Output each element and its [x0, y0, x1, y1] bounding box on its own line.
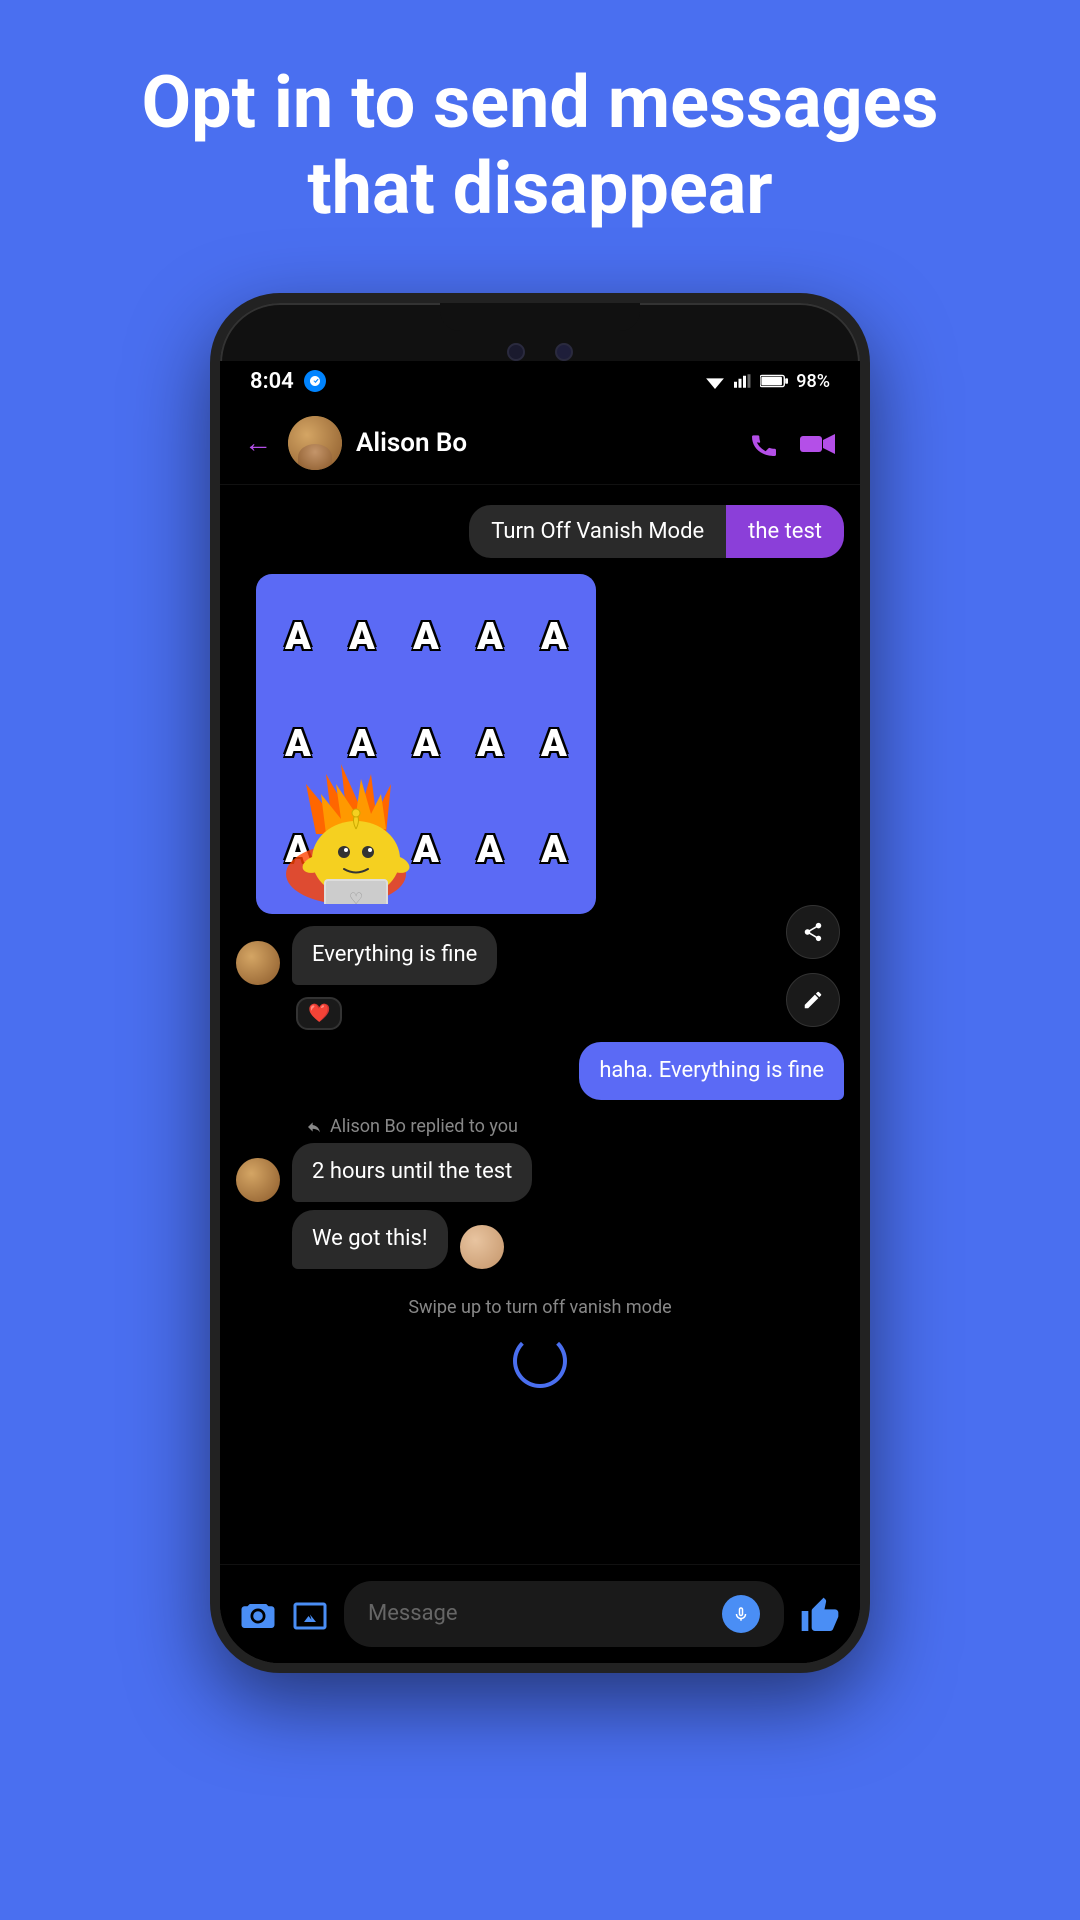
share-button[interactable]: [786, 905, 840, 959]
sent-message-row-1: haha. Everything is fine: [236, 1042, 844, 1101]
message-placeholder: Message: [368, 1601, 458, 1626]
back-button[interactable]: ←: [244, 426, 272, 459]
messenger-notification-icon: [304, 370, 326, 392]
sticker-letter-4: A: [458, 584, 522, 691]
reply-message-2-row: We got this!: [236, 1210, 844, 1269]
sticker-letter-2: A: [330, 584, 394, 691]
reply-indicator: Alison Bo replied to you: [236, 1116, 844, 1137]
vanish-bubble-purple: the test: [726, 505, 844, 558]
camera-icon[interactable]: [240, 1594, 276, 1634]
sticker-letter-1: A: [266, 584, 330, 691]
vanish-mode-message-row: Turn Off Vanish Mode the test: [236, 505, 844, 558]
swipe-indicator-area: Swipe up to turn off vanish mode: [236, 1285, 844, 1388]
sticker-letter-5: A: [522, 584, 586, 691]
gallery-icon[interactable]: [292, 1594, 328, 1634]
sticker-letter-9: A: [458, 690, 522, 797]
reply-message-1-row: 2 hours until the test: [236, 1143, 844, 1202]
received-bubble: Everything is fine: [292, 926, 497, 985]
sent-bubble-1: haha. Everything is fine: [579, 1042, 844, 1101]
message-reaction: ❤️: [236, 997, 844, 1030]
sticker-character: ♡: [276, 754, 446, 904]
battery-percent: 98%: [796, 371, 830, 392]
phone-notch: [440, 303, 640, 331]
chat-area: Turn Off Vanish Mode the test A A A A A …: [220, 485, 860, 1673]
floating-actions: [786, 905, 840, 1027]
phone-screen: 8:04: [220, 361, 860, 1673]
received-message: Everything is fine: [236, 926, 844, 985]
bottom-bar: Message: [220, 1564, 860, 1663]
hero-title: Opt in to send messages that disappear: [0, 0, 1080, 273]
reply-group: Alison Bo replied to you 2 hours until t…: [236, 1116, 844, 1269]
sticker-letter-15: A: [522, 797, 586, 904]
phone-device: 8:04: [210, 293, 870, 1673]
reply-indicator-text: Alison Bo replied to you: [330, 1116, 518, 1137]
swipe-text: Swipe up to turn off vanish mode: [236, 1285, 844, 1326]
phone-call-icon[interactable]: [748, 425, 780, 460]
avatar-image: [288, 416, 342, 470]
signal-icon: [734, 372, 752, 390]
camera-dot-left: [507, 343, 525, 361]
clock: 8:04: [250, 369, 294, 394]
edit-button[interactable]: [786, 973, 840, 1027]
camera-dot-main: [555, 343, 573, 361]
reply-bubble-1: 2 hours until the test: [292, 1143, 532, 1202]
sticker-content: A A A A A A A A A A A A A: [256, 574, 596, 914]
reply-arrow-icon: [306, 1119, 322, 1135]
like-icon[interactable]: [800, 1592, 840, 1635]
status-bar: 8:04: [220, 361, 860, 402]
camera-area: [220, 331, 860, 361]
reply-avatar-2: [460, 1225, 504, 1269]
status-icons: 98%: [704, 371, 830, 392]
message-input-container[interactable]: Message: [344, 1581, 784, 1647]
phone-frame: 8:04: [0, 293, 1080, 1673]
swipe-spinner: [513, 1334, 567, 1388]
status-time-area: 8:04: [250, 369, 326, 394]
wifi-icon: [704, 373, 726, 389]
reply-avatar: [236, 1158, 280, 1202]
battery-icon: [760, 373, 788, 389]
received-message-row: Everything is fine ❤️: [236, 926, 844, 1030]
reply-bubble-2: We got this!: [292, 1210, 448, 1269]
sticker-message: A A A A A A A A A A A A A: [256, 574, 596, 914]
sticker-letter-3: A: [394, 584, 458, 691]
contact-avatar[interactable]: [288, 416, 342, 470]
contact-name: Alison Bo: [356, 428, 748, 458]
received-avatar: [236, 941, 280, 985]
voice-input-icon[interactable]: [722, 1595, 760, 1633]
chat-header: ← Alison Bo: [220, 402, 860, 485]
vanish-bubble-gray: Turn Off Vanish Mode: [469, 505, 726, 558]
heart-reaction[interactable]: ❤️: [296, 997, 342, 1030]
sticker-letter-14: A: [458, 797, 522, 904]
sticker-letter-10: A: [522, 690, 586, 797]
video-call-icon[interactable]: [800, 425, 836, 460]
header-actions: [748, 425, 836, 460]
svg-text:♡: ♡: [349, 889, 363, 904]
